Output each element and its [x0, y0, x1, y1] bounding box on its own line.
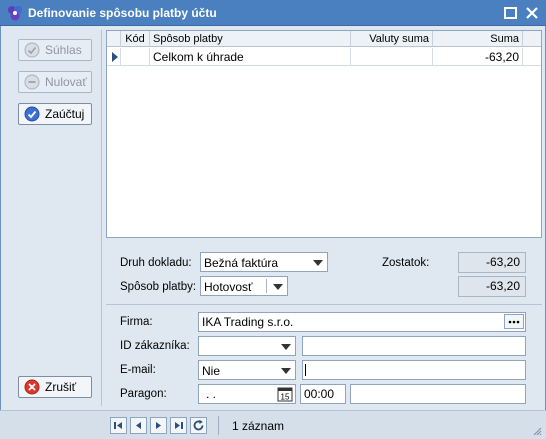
minus-icon [24, 74, 40, 90]
navigator-separator [218, 416, 219, 435]
cell-method[interactable]: Celkom k úhrade [150, 48, 351, 66]
cancel-button[interactable]: Zrušiť [18, 376, 92, 398]
payment-method-select[interactable]: Hotovosť [200, 276, 288, 296]
customer-id-label: ID zákazníka: [120, 340, 190, 352]
cancel-label: Zrušiť [45, 380, 77, 394]
column-header-code[interactable]: Kód [121, 31, 150, 47]
email-label: E-mail: [120, 364, 156, 376]
record-count: 1 záznam [232, 419, 285, 433]
chevron-down-icon[interactable] [281, 368, 291, 374]
payment-amount-value: -63,20 [458, 276, 526, 297]
receipt-time-field[interactable]: 00:00 [300, 384, 346, 404]
doc-type-value: Bežná faktúra [204, 256, 279, 270]
chevron-down-icon[interactable] [273, 284, 283, 290]
column-header-amount[interactable]: Suma [433, 31, 523, 47]
table-row[interactable]: Celkom k úhrade -63,20 [107, 48, 541, 66]
first-record-icon [114, 422, 122, 429]
maximize-icon[interactable] [503, 5, 519, 21]
receipt-number-field[interactable] [350, 384, 526, 404]
approve-label: Súhlas [45, 43, 82, 57]
last-record-icon [175, 422, 183, 429]
cancel-icon [24, 379, 40, 395]
action-panel: Súhlas Nulovať Zaúčtuj Zrušiť [4, 30, 102, 406]
next-record-button[interactable] [150, 417, 167, 434]
refresh-button[interactable] [190, 417, 207, 434]
customer-name-field[interactable] [302, 336, 526, 356]
title-bar: Definovanie spôsobu platby účtu [0, 0, 546, 26]
resize-grip-icon[interactable] [532, 426, 542, 436]
cell-amount[interactable]: -63,20 [433, 48, 523, 66]
column-header-currency-amount[interactable]: Valuty suma [351, 31, 433, 47]
email-field[interactable] [302, 360, 526, 380]
email-choice-select[interactable]: Nie [198, 360, 296, 380]
cell-code[interactable] [121, 48, 150, 66]
navigator-bar: 1 záznam [0, 410, 546, 439]
balance-value: -63,20 [458, 252, 526, 273]
email-choice-value: Nie [202, 364, 221, 378]
company-lookup-button[interactable] [504, 314, 524, 329]
calendar-icon[interactable]: 15 [277, 386, 293, 402]
payment-method-label: Spôsob platby: [120, 281, 197, 293]
company-field[interactable]: IKA Trading s.r.o. [198, 312, 526, 332]
company-label: Firma: [120, 316, 153, 328]
chevron-down-icon[interactable] [281, 344, 291, 350]
balance-label: Zostatok: [382, 257, 430, 269]
previous-record-icon [136, 422, 141, 429]
customer-id-select[interactable] [198, 336, 296, 356]
text-cursor [305, 364, 306, 376]
cell-currency-amount[interactable] [351, 48, 433, 66]
column-header-method[interactable]: Spôsob platby [150, 31, 351, 47]
combo-separator [266, 279, 267, 293]
company-value: IKA Trading s.r.o. [202, 315, 294, 329]
chevron-down-icon[interactable] [313, 260, 323, 266]
last-record-button[interactable] [170, 417, 187, 434]
indicator-header [107, 31, 121, 47]
reset-label: Nulovať [45, 75, 87, 89]
next-record-icon [156, 422, 161, 429]
close-icon[interactable] [524, 5, 540, 21]
window-title: Definovanie spôsobu platby účtu [28, 6, 217, 20]
app-icon [8, 6, 22, 21]
section-divider [106, 304, 542, 305]
post-button[interactable]: Zaúčtuj [18, 103, 92, 125]
refresh-icon [193, 419, 204, 431]
payments-grid[interactable]: Kód Spôsob platby Valuty suma Suma Celko… [106, 30, 542, 238]
ellipsis-icon [508, 320, 520, 324]
receipt-date-value: . . [206, 387, 217, 401]
row-indicator-cell [107, 48, 121, 66]
payment-method-value: Hotovosť [204, 280, 253, 294]
check-circle-icon [24, 106, 40, 122]
previous-record-button[interactable] [130, 417, 147, 434]
first-record-button[interactable] [110, 417, 127, 434]
doc-type-label: Druh dokladu: [120, 257, 192, 269]
receipt-time-value: 00:00 [304, 387, 335, 401]
receipt-label: Paragon: [120, 388, 167, 400]
approve-button[interactable]: Súhlas [18, 39, 92, 61]
grid-header: Kód Spôsob platby Valuty suma Suma [107, 31, 541, 47]
reset-button[interactable]: Nulovať [18, 71, 92, 93]
doc-type-select[interactable]: Bežná faktúra [200, 252, 328, 272]
checkmark-icon [24, 42, 40, 58]
svg-text:15: 15 [281, 393, 290, 402]
row-pointer-icon [112, 52, 118, 62]
post-label: Zaúčtuj [45, 107, 85, 121]
